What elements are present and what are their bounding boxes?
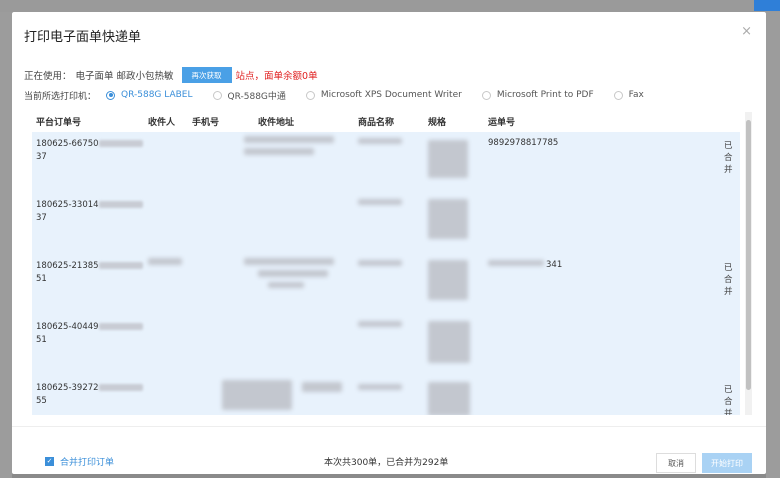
spec-redacted [428, 260, 468, 300]
tracking-number: 9892978817785 [488, 138, 559, 148]
col-product: 商品名称 [358, 118, 395, 128]
spec-redacted [428, 382, 470, 415]
background-app-right [766, 12, 780, 478]
tracking-number: 341 [546, 260, 563, 270]
radio-icon [106, 90, 116, 100]
col-address: 收件地址 [258, 118, 295, 128]
printer-option-qr588g-zto[interactable]: QR-588G中通 [212, 89, 286, 102]
order-number: 180625-39272 55 [36, 382, 143, 408]
table-body: 180625-66750 37 9892978817785 已合并 180625… [32, 132, 740, 415]
col-spec: 规格 [428, 118, 447, 128]
radio-icon [305, 90, 315, 100]
printer-option-xps[interactable]: Microsoft XPS Document Writer [305, 90, 462, 100]
col-phone: 手机号 [192, 118, 220, 128]
product-redacted [358, 199, 402, 205]
col-tracking: 运单号 [488, 118, 516, 128]
order-number: 180625-33014 37 [36, 199, 143, 225]
table-header: 平台订单号 收件人 手机号 收件地址 商品名称 规格 运单号 [32, 112, 740, 130]
spec-redacted [428, 140, 468, 178]
printer-option-fax[interactable]: Fax [613, 90, 644, 100]
printer-label: 当前所选打印机： [24, 91, 97, 102]
current-template-row: 正在使用： 电子面单 邮政小包热敏 再次获取 站点，面单余额0单 [24, 67, 318, 83]
radio-icon [613, 90, 623, 100]
using-label: 正在使用： [24, 71, 72, 82]
merged-badge: 已合并 [724, 141, 733, 175]
spec-redacted [428, 199, 468, 239]
merged-badge: 已合并 [724, 385, 733, 415]
order-number: 180625-21385 51 [36, 260, 143, 286]
table-row[interactable]: 180625-39272 55 已合并 [32, 376, 740, 415]
orders-table: 平台订单号 收件人 手机号 收件地址 商品名称 规格 运单号 180625-66… [32, 112, 740, 415]
start-print-button[interactable]: 开始打印 [702, 453, 752, 473]
product-redacted [358, 138, 402, 144]
close-icon[interactable]: × [741, 24, 752, 39]
background-app-left [0, 12, 12, 478]
product-redacted [358, 260, 402, 266]
merged-badge: 已合并 [724, 263, 733, 297]
recipient-redacted [148, 258, 182, 265]
print-waybill-modal: 打印电子面单快递单 × 正在使用： 电子面单 邮政小包热敏 再次获取 站点，面单… [12, 12, 766, 474]
refetch-button[interactable]: 再次获取 [181, 67, 232, 83]
address-redacted [302, 382, 342, 392]
product-redacted [358, 321, 402, 327]
cancel-button[interactable]: 取消 [656, 453, 696, 473]
modal-footer: ✓ 合并打印订单 本次共300单，已合并为292单 取消 开始打印 [12, 426, 766, 474]
order-number: 180625-40449 51 [36, 321, 143, 347]
scrollbar-thumb[interactable] [746, 120, 751, 390]
product-redacted [358, 384, 402, 390]
table-row[interactable]: 180625-33014 37 [32, 193, 740, 254]
address-redacted [244, 148, 314, 155]
order-summary: 本次共300单，已合并为292单 [324, 458, 449, 468]
address-redacted [244, 258, 334, 265]
printer-option-qr588g-label[interactable]: QR-588G LABEL [106, 90, 193, 100]
printer-select-row: 当前所选打印机： QR-588G LABEL QR-588G中通 Microso… [24, 88, 644, 102]
using-value: 电子面单 邮政小包热敏 [75, 71, 174, 82]
order-number: 180625-66750 37 [36, 138, 143, 164]
table-scrollbar[interactable] [745, 112, 752, 415]
table-row[interactable]: 180625-21385 51 341 已合并 [32, 254, 740, 315]
table-row[interactable]: 180625-40449 51 [32, 315, 740, 376]
tracking-redacted [488, 260, 544, 266]
background-app-header [0, 0, 780, 12]
address-redacted [258, 270, 328, 277]
address-redacted [244, 136, 334, 143]
address-redacted [222, 380, 292, 410]
table-row[interactable]: 180625-66750 37 9892978817785 已合并 [32, 132, 740, 193]
balance-warning: 站点，面单余额0单 [235, 71, 318, 82]
radio-icon [212, 90, 222, 100]
radio-icon [481, 90, 491, 100]
col-recipient: 收件人 [148, 118, 176, 128]
check-icon: ✓ [45, 457, 54, 466]
address-redacted [268, 282, 304, 288]
spec-redacted [428, 321, 470, 363]
merge-print-checkbox[interactable]: ✓ 合并打印订单 [45, 455, 114, 468]
printer-option-pdf[interactable]: Microsoft Print to PDF [481, 90, 594, 100]
col-order-no: 平台订单号 [36, 118, 82, 128]
modal-title: 打印电子面单快递单 [24, 30, 142, 45]
background-app-action [754, 0, 780, 11]
